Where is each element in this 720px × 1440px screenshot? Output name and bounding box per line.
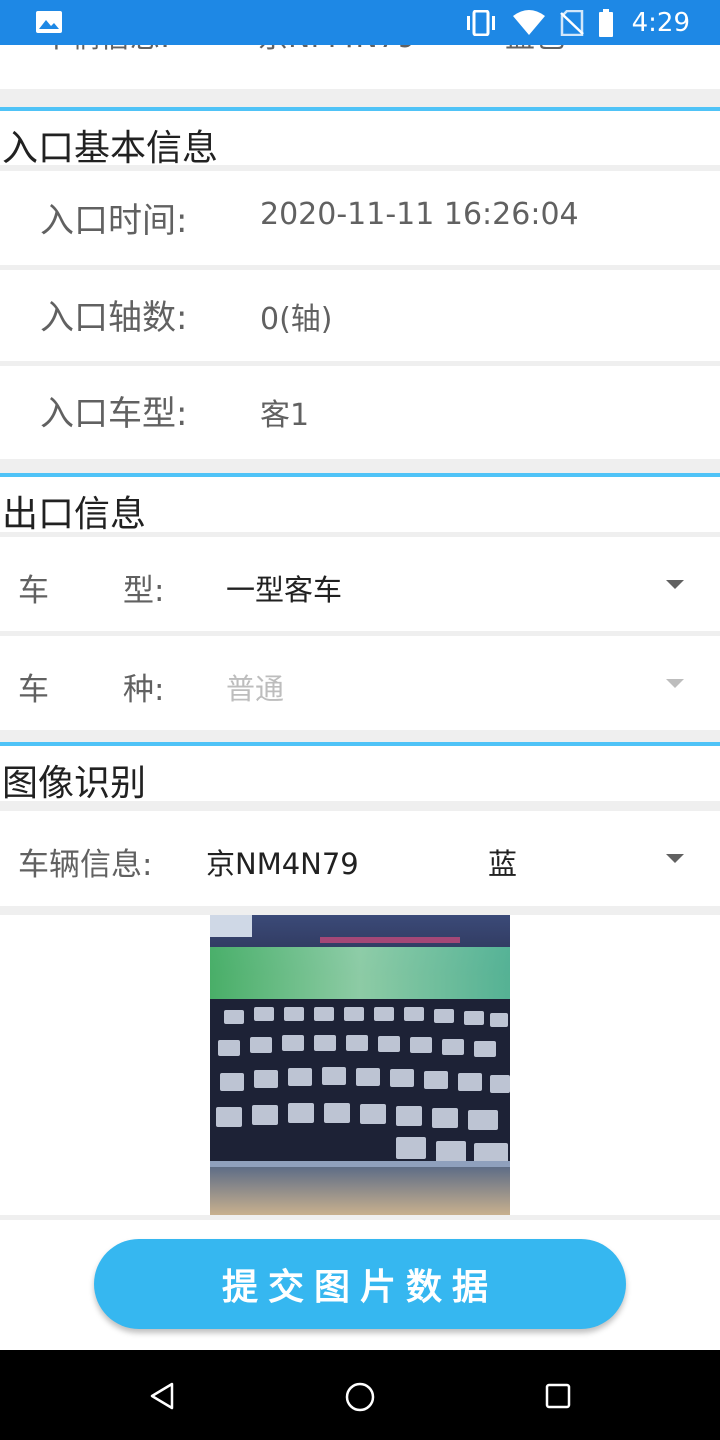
chevron-down-icon[interactable]: [666, 854, 684, 863]
back-icon[interactable]: [148, 1382, 176, 1410]
image-section-title: 图像识别: [2, 763, 147, 804]
captured-photo[interactable]: [210, 915, 510, 1215]
vehicle-info-select[interactable]: 车辆信息: 京NM4N79 蓝: [0, 811, 720, 906]
entry-vehicle-type-value: 客1: [260, 398, 310, 433]
navigation-bar: [0, 1350, 720, 1440]
exit-vehicle-kind-label-b: 种:: [123, 672, 165, 708]
section-divider: [0, 742, 720, 746]
submit-image-data-button[interactable]: 提交图片数据: [94, 1239, 626, 1329]
exit-vehicle-type-select[interactable]: 车 型: 一型客车: [0, 537, 720, 631]
divider: [0, 89, 720, 107]
top-vehicle-plate: 京NM4N79: [258, 45, 416, 56]
divider: [0, 906, 720, 915]
keyboard-photo-image: [210, 915, 510, 1215]
entry-axle-label: 入口轴数:: [40, 298, 188, 338]
exit-vehicle-type-value: 一型客车: [226, 573, 343, 607]
chevron-down-icon[interactable]: [666, 679, 684, 688]
image-icon: [36, 11, 62, 33]
recents-icon[interactable]: [544, 1382, 572, 1410]
top-vehicle-color: 蓝色: [505, 45, 565, 56]
exit-vehicle-type-label-b: 型:: [123, 573, 165, 609]
status-bar: 4:29: [0, 0, 720, 45]
exit-section-title: 出口信息: [2, 494, 147, 535]
top-vehicle-info-label: 车辆信息:: [40, 45, 170, 56]
chevron-down-icon[interactable]: [666, 580, 684, 589]
entry-time-row: 入口时间: 2020-11-11 16:26:04: [0, 171, 720, 265]
entry-time-value: 2020-11-11 16:26:04: [260, 197, 579, 232]
entry-vehicle-type-label: 入口车型:: [40, 394, 188, 434]
vibrate-icon: [466, 9, 495, 36]
divider: [0, 730, 720, 742]
no-sim-icon: [559, 9, 584, 36]
clock: 4:29: [631, 7, 690, 38]
wifi-icon: [512, 9, 545, 35]
entry-vehicle-type-row: 入口车型: 客1: [0, 366, 720, 459]
divider: [0, 801, 720, 811]
scroll-content[interactable]: 车辆信息: 京NM4N79 蓝色 入口基本信息 入口时间: 2020-11-11…: [0, 45, 720, 1350]
top-vehicle-info-row: 车辆信息: 京NM4N79 蓝色: [0, 45, 720, 89]
section-divider: [0, 473, 720, 477]
vehicle-info-label: 车辆信息:: [18, 847, 153, 883]
divider: [0, 1215, 720, 1220]
vehicle-color-value: 蓝: [488, 847, 518, 881]
entry-section-title: 入口基本信息: [2, 128, 219, 169]
exit-vehicle-kind-label-a: 车: [18, 672, 49, 708]
section-divider: [0, 107, 720, 111]
vehicle-plate-value: 京NM4N79: [206, 847, 359, 881]
battery-icon: [598, 8, 613, 37]
home-icon[interactable]: [344, 1381, 376, 1413]
entry-axle-row: 入口轴数: 0(轴): [0, 270, 720, 361]
exit-vehicle-type-label-a: 车: [18, 573, 49, 609]
entry-time-label: 入口时间:: [40, 201, 188, 241]
divider: [0, 459, 720, 473]
exit-vehicle-kind-select[interactable]: 车 种: 普通: [0, 636, 720, 730]
entry-axle-value: 0(轴): [260, 302, 333, 337]
exit-vehicle-kind-value: 普通: [226, 672, 285, 706]
